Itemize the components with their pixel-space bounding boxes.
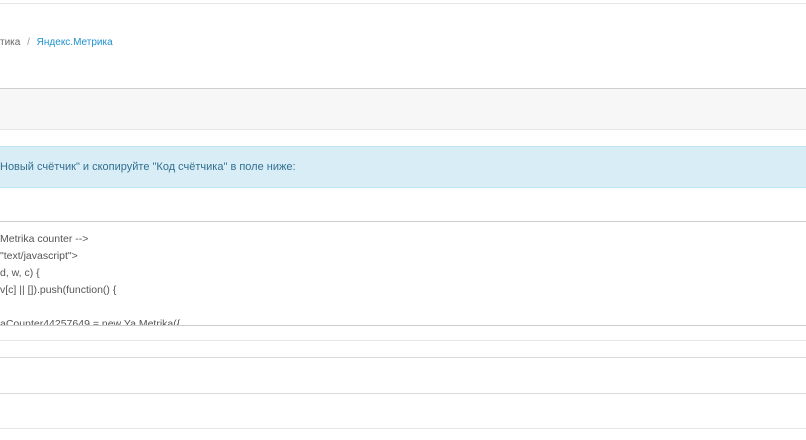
code-line: "text/javascript">: [0, 250, 78, 262]
info-alert-text: Новый счётчик" и скопируйте "Код счётчик…: [0, 161, 296, 173]
breadcrumb-separator: /: [27, 37, 30, 48]
form-divider: [0, 428, 806, 429]
code-textarea[interactable]: Metrika counter --> "text/javascript"> d…: [0, 221, 806, 326]
info-alert: Новый счётчик" и скопируйте "Код счётчик…: [0, 146, 806, 188]
code-line: d, w, c) {: [0, 267, 40, 279]
form-divider: [0, 357, 806, 358]
breadcrumb-item-current[interactable]: Яндекс.Метрика: [37, 37, 113, 48]
top-divider: [0, 3, 806, 4]
panel-heading: [0, 88, 806, 130]
code-line: Metrika counter -->: [0, 233, 89, 245]
code-line: aCounter44257649 = new Ya.Metrika({: [0, 318, 181, 326]
code-line: v[c] || []).push(function() {: [0, 284, 117, 296]
breadcrumb-item-parent[interactable]: тика: [0, 37, 20, 48]
form-divider: [0, 393, 806, 394]
breadcrumb: тика / Яндекс.Метрика: [0, 37, 806, 48]
form-divider: [0, 340, 806, 341]
